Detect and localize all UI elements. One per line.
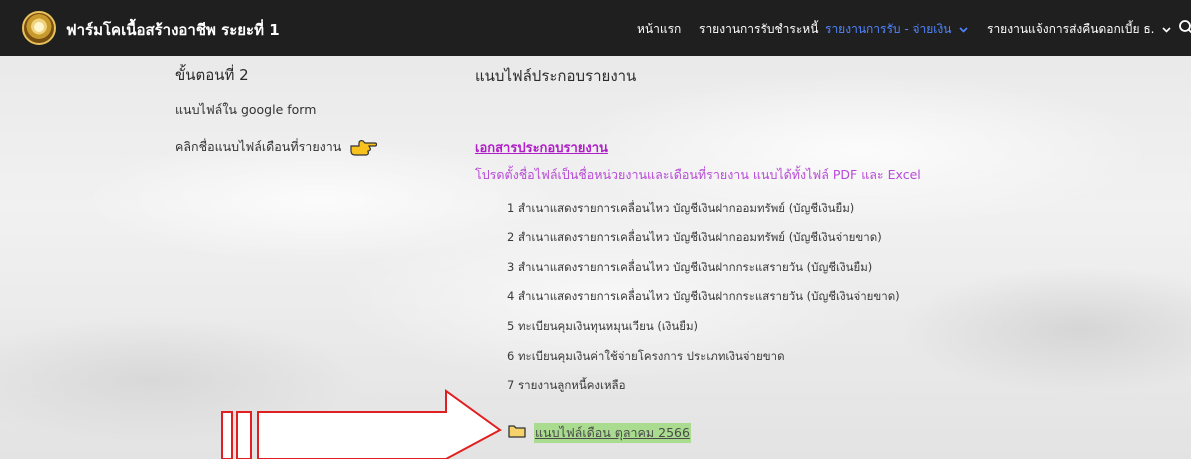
list-item: 4 สำเนาแสดงรายการเคลื่อนไหว บัญชีเงินฝาก… — [507, 289, 900, 303]
nav-item-label: รายงานการรับ - จ่ายเงิน — [825, 22, 952, 36]
nav-item-debt-payment-report[interactable]: รายงานการรับชำระหนี้ — [699, 20, 818, 39]
chevron-down-icon — [1162, 23, 1171, 36]
list-item: 7 รายงานลูกหนี้คงเหลือ — [507, 378, 626, 392]
supporting-documents-link[interactable]: เอกสารประกอบรายงาน — [475, 137, 608, 158]
nav-item-label: รายงานแจ้งการส่งคืนดอกเบี้ย ธ. — [987, 22, 1155, 36]
nav-item-interest-return-report[interactable]: รายงานแจ้งการส่งคืนดอกเบี้ย ธ. — [987, 20, 1171, 39]
nav-item-label: รายงานการรับชำระหนี้ — [699, 22, 819, 36]
list-item: 2 สำเนาแสดงรายการเคลื่อนไหว บัญชีเงินฝาก… — [507, 230, 882, 244]
search-icon[interactable] — [1178, 18, 1191, 38]
pointing-hand-icon — [349, 137, 379, 157]
nav-item-income-expense-report[interactable]: รายงานการรับ - จ่ายเงิน — [825, 20, 968, 39]
list-item: 3 สำเนาแสดงรายการเคลื่อนไหว บัญชีเงินฝาก… — [507, 260, 873, 274]
nav-item-home[interactable]: หน้าแรก — [637, 20, 681, 39]
chevron-down-icon — [959, 23, 968, 36]
list-item: 5 ทะเบียนคุมเงินทุนหมุนเวียน (เงินยืม) — [507, 319, 699, 333]
step-title: ขั้นตอนที่ 2 — [175, 66, 249, 84]
top-navigation-bar: ฟาร์มโคเนื้อสร้างอาชีพ ระยะที่ 1 หน้าแรก… — [0, 0, 1191, 56]
file-naming-note: โปรดตั้งชื่อไฟล์เป็นชื่อหน่วยงานและเดือน… — [475, 167, 921, 182]
section-title: แนบไฟล์ประกอบรายงาน — [475, 67, 637, 85]
main-nav: หน้าแรก รายงานการรับชำระหนี้ รายงานการรั… — [0, 20, 1191, 38]
list-item: 1 สำเนาแสดงรายการเคลื่อนไหว บัญชีเงินฝาก… — [507, 201, 855, 215]
click-instruction-text: คลิกชื่อแนบไฟล์เดือนที่รายงาน — [175, 139, 342, 154]
folder-icon — [508, 423, 526, 438]
attach-file-october-link[interactable]: แนบไฟล์เดือน ตุลาคม 2566 — [534, 423, 691, 443]
list-item: 6 ทะเบียนคุมเงินค่าใช้จ่ายโครงการ ประเภท… — [507, 349, 785, 363]
attach-google-form-text: แนบไฟล์ใน google form — [175, 102, 317, 117]
nav-item-label: หน้าแรก — [637, 22, 682, 36]
